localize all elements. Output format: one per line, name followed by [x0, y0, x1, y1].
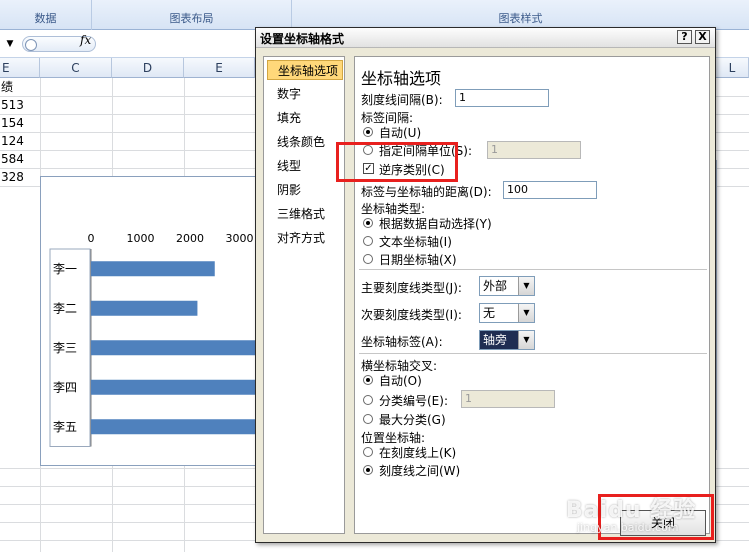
section-heading: 坐标轴选项	[361, 69, 442, 88]
x-tick-label: 0	[88, 232, 95, 245]
bar[interactable]	[91, 379, 260, 395]
separator	[359, 353, 707, 354]
ribbon: 数据 图表布局 图表样式	[0, 0, 749, 30]
chevron-down-icon[interactable]: ▼	[518, 331, 534, 349]
position-on-tick-label: 在刻度线上(K)	[379, 446, 457, 460]
embedded-bar-chart[interactable]: 0 1000 2000 3000 李一李二李三李四李五	[40, 176, 280, 466]
category-label: 李三	[53, 340, 77, 355]
position-on-tick-radio[interactable]	[363, 447, 373, 457]
column-header-l[interactable]: L	[716, 58, 749, 78]
x-tick-label: 1000	[127, 232, 155, 245]
category-label: 李五	[53, 419, 77, 434]
minor-tick-value: 无	[483, 306, 496, 320]
dialog-nav-pane: 坐标轴选项 数字 填充 线条颜色 线型 阴影 三维格式 对齐方式	[263, 56, 345, 534]
cross-max-radio[interactable]	[363, 414, 373, 424]
axis-type-text-label: 文本坐标轴(I)	[379, 235, 452, 249]
insert-function-icon[interactable]: fx	[80, 33, 91, 47]
cross-auto-radio[interactable]	[363, 375, 373, 385]
cross-auto-label: 自动(O)	[379, 374, 422, 388]
cell-b-5[interactable]: 584	[0, 150, 36, 168]
chart-edge	[716, 160, 717, 450]
cell-b-1[interactable]: 绩	[0, 78, 36, 96]
label-interval-auto-label: 自动(U)	[379, 126, 422, 140]
column-header-e[interactable]: E	[0, 58, 40, 78]
axis-type-auto-label: 根据数据自动选择(Y)	[379, 217, 492, 231]
ribbon-group-chart-layout: 图表布局	[92, 0, 292, 30]
tick-interval-input[interactable]: 1	[455, 89, 549, 107]
ribbon-group-chart-style: 图表样式	[498, 12, 543, 25]
bar[interactable]	[91, 340, 260, 356]
cross-category-label: 分类编号(E):	[379, 394, 448, 408]
axis-type-date-label: 日期坐标轴(X)	[379, 253, 457, 267]
nav-line-style[interactable]: 线型	[267, 156, 343, 176]
cell-b-4[interactable]: 124	[0, 132, 36, 150]
separator	[359, 269, 707, 270]
axis-labels-label: 坐标轴标签(A):	[361, 335, 443, 349]
name-box-dropdown-icon[interactable]: ▼	[0, 35, 20, 53]
major-tick-label: 主要刻度线类型(J):	[361, 281, 462, 295]
column-header-d[interactable]: D	[112, 58, 184, 78]
baidu-watermark-url: jingyan.baidu.com	[577, 521, 679, 534]
category-label: 李一	[53, 261, 77, 276]
x-tick-label: 3000	[226, 232, 254, 245]
label-distance-label: 标签与坐标轴的距离(D):	[361, 185, 492, 199]
major-tick-select[interactable]: 外部 ▼	[479, 276, 535, 296]
tick-interval-label: 刻度线间隔(B):	[361, 93, 443, 107]
chevron-down-icon[interactable]: ▼	[518, 277, 534, 295]
reverse-categories-highlight	[336, 142, 458, 182]
cross-max-label: 最大分类(G)	[379, 413, 446, 427]
cross-category-input[interactable]: 1	[461, 390, 555, 408]
cross-category-radio[interactable]	[363, 395, 373, 405]
nav-fill[interactable]: 填充	[267, 108, 343, 128]
axis-labels-select[interactable]: 轴旁 ▼	[479, 330, 535, 350]
label-interval-specify-input[interactable]: 1	[487, 141, 581, 159]
chevron-down-icon[interactable]: ▼	[518, 304, 534, 322]
major-tick-value: 外部	[483, 279, 508, 293]
axis-labels-value: 轴旁	[483, 333, 508, 347]
column-header-c[interactable]: C	[40, 58, 112, 78]
axis-type-date-radio[interactable]	[363, 254, 373, 264]
help-button[interactable]: ?	[677, 30, 692, 44]
minor-tick-label: 次要刻度线类型(I):	[361, 308, 462, 322]
baidu-watermark: Baidu 经验	[566, 498, 697, 523]
dialog-title: 设置坐标轴格式	[260, 32, 345, 46]
position-between-label: 刻度线之间(W)	[379, 464, 461, 478]
label-interval-auto-radio[interactable]	[363, 127, 373, 137]
bar[interactable]	[91, 300, 198, 316]
nav-3d-format[interactable]: 三维格式	[267, 204, 343, 224]
cell-b-6[interactable]: 328	[0, 168, 36, 186]
cell-b-3[interactable]: 154	[0, 114, 36, 132]
nav-line-color[interactable]: 线条颜色	[267, 132, 343, 152]
bar[interactable]	[91, 419, 260, 435]
column-header-e2[interactable]: E	[184, 58, 255, 78]
nav-alignment[interactable]: 对齐方式	[267, 228, 343, 248]
format-axis-dialog: 设置坐标轴格式 ? X 坐标轴选项 数字 填充 线条颜色 线型 阴影 三维格式 …	[255, 27, 716, 543]
nav-axis-options[interactable]: 坐标轴选项	[267, 60, 343, 80]
nav-shadow[interactable]: 阴影	[267, 180, 343, 200]
category-label: 李四	[53, 379, 77, 394]
ribbon-group-data: 数据	[0, 0, 92, 30]
axis-options-panel: 坐标轴选项 刻度线间隔(B): 1 标签间隔: 自动(U) 指定间隔单位(S):…	[354, 56, 710, 534]
category-label: 李二	[53, 300, 77, 315]
chart-plot: 0 1000 2000 3000 李一李二李三李四李五	[49, 232, 260, 447]
position-between-radio[interactable]	[363, 465, 373, 475]
nav-number[interactable]: 数字	[267, 84, 343, 104]
minor-tick-select[interactable]: 无 ▼	[479, 303, 535, 323]
axis-type-auto-radio[interactable]	[363, 218, 373, 228]
dialog-titlebar[interactable]: 设置坐标轴格式 ? X	[256, 28, 715, 48]
axis-type-text-radio[interactable]	[363, 236, 373, 246]
cell-b-2[interactable]: 513	[0, 96, 36, 114]
close-icon[interactable]: X	[695, 30, 710, 44]
label-distance-input[interactable]: 100	[503, 181, 597, 199]
bar[interactable]	[91, 261, 215, 277]
x-tick-label: 2000	[176, 232, 204, 245]
